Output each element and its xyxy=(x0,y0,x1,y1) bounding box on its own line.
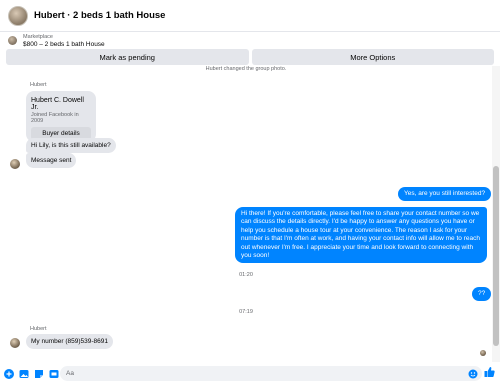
buyer-profile-card: Hubert C. Dowell Jr. Joined Facebook in … xyxy=(26,91,96,127)
marketplace-listing-bar[interactable]: Marketplace $800 – 2 beds 1 bath House xyxy=(0,32,500,49)
conversation-title[interactable]: Hubert · 2 beds 1 bath House xyxy=(34,10,165,21)
more-options-button[interactable]: More Options xyxy=(251,49,494,65)
marketplace-label: Marketplace xyxy=(23,33,53,40)
buyer-joined-text: Joined Facebook in 2009 xyxy=(31,112,79,124)
sender-avatar[interactable] xyxy=(10,338,20,348)
scrollbar-thumb[interactable] xyxy=(493,166,499,346)
sender-avatar[interactable] xyxy=(10,159,20,169)
timestamp: 07:19 xyxy=(239,309,253,315)
conversation-header: Hubert · 2 beds 1 bath House xyxy=(0,0,500,32)
gif-icon[interactable] xyxy=(49,369,59,379)
outgoing-message[interactable]: ?? xyxy=(472,287,492,302)
buyer-name: Hubert C. Dowell Jr. xyxy=(31,97,84,111)
plus-circle-icon[interactable] xyxy=(4,369,14,379)
message-thread: Hubert changed the group photo. Hubert H… xyxy=(0,66,492,362)
incoming-message[interactable]: My number (859)539-8691 xyxy=(26,334,113,349)
sender-name: Hubert xyxy=(30,326,47,332)
sender-name: Hubert xyxy=(30,82,47,88)
thumbs-up-icon[interactable] xyxy=(484,365,495,383)
incoming-message[interactable]: Message sent xyxy=(26,153,77,168)
contact-avatar[interactable] xyxy=(8,5,28,26)
thread-scrollbar[interactable] xyxy=(492,66,500,362)
listing-actions: Mark as pending More Options xyxy=(6,49,494,65)
timestamp: 01:20 xyxy=(239,272,253,278)
emoji-icon[interactable] xyxy=(468,366,478,384)
system-message: Hubert changed the group photo. xyxy=(205,66,287,72)
listing-title: $800 – 2 beds 1 bath House xyxy=(23,40,105,48)
outgoing-message[interactable]: Hi there! If you're comfortable, please … xyxy=(235,207,487,264)
image-icon[interactable] xyxy=(19,369,29,379)
outgoing-message[interactable]: Yes, are you still interested? xyxy=(398,187,492,202)
message-composer: Aa xyxy=(0,362,500,386)
mark-as-pending-button[interactable]: Mark as pending xyxy=(6,49,249,65)
message-input[interactable]: Aa xyxy=(60,366,482,381)
sticker-icon[interactable] xyxy=(34,369,44,379)
listing-thumbnail xyxy=(8,36,17,45)
incoming-message[interactable]: Hi Lily, is this still available? xyxy=(26,138,116,153)
seen-receipt-avatar xyxy=(480,350,486,356)
